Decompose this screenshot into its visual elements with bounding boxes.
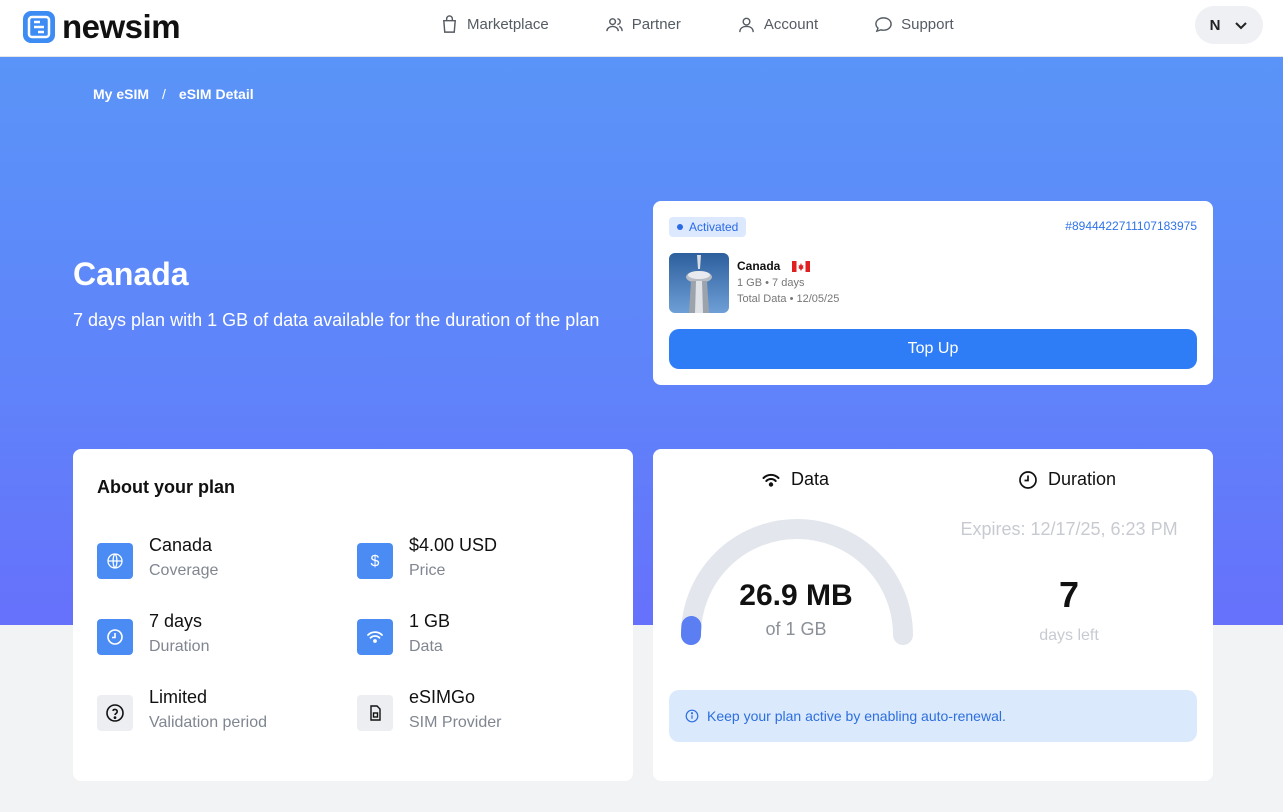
feature-validation: Limited Validation period [97, 687, 337, 739]
info-icon [685, 709, 699, 723]
plan-total-date: Total Data • 12/05/25 [737, 293, 840, 305]
auto-renewal-notice: Keep your plan active by enabling auto-r… [669, 690, 1197, 742]
validation-value: Limited [149, 687, 208, 707]
clock-icon [1019, 470, 1037, 489]
users-icon [605, 18, 623, 32]
nav-support[interactable]: Support [874, 15, 954, 34]
breadcrumb-my-esim[interactable]: My eSIM [93, 86, 149, 102]
chevron-down-icon [1235, 22, 1248, 30]
sim-card-icon [357, 695, 393, 731]
cn-tower-image [669, 253, 729, 313]
top-navigation-bar: newsim Marketplace Partner Account Suppo… [0, 0, 1283, 57]
shopping-bag-icon [443, 15, 456, 33]
brand-name: newsim [62, 8, 181, 45]
data-column-title: Data [791, 469, 830, 489]
provider-label: SIM Provider [409, 714, 502, 731]
wifi-icon [762, 473, 780, 487]
status-dot-icon [677, 224, 683, 230]
expiry-date: Expires: 12/17/25, 6:23 PM [960, 519, 1178, 539]
duration-value: 7 days [149, 611, 203, 631]
breadcrumb-separator: / [162, 86, 166, 102]
iccid-number: #8944422711107183975 [1065, 219, 1197, 233]
plan-thumbnail [669, 253, 729, 313]
plan-country: Canada [737, 259, 811, 273]
data-column-header: Data [761, 469, 829, 490]
nav-partner-label: Partner [631, 16, 681, 33]
user-menu-button[interactable]: N [1195, 6, 1263, 44]
canada-flag-icon [792, 260, 811, 272]
clock-icon [97, 619, 133, 655]
nav-marketplace-label: Marketplace [467, 16, 549, 33]
chat-icon [875, 17, 892, 33]
data-value: 1 GB [409, 611, 451, 631]
feature-coverage: Canada Coverage [97, 535, 337, 587]
nav-partner[interactable]: Partner [605, 15, 681, 34]
usage-card: Data Duration 26.9 MB of 1 GB Expires: 1… [653, 449, 1213, 781]
globe-icon [97, 543, 133, 579]
nav-account[interactable]: Account [737, 15, 818, 34]
user-icon [739, 17, 754, 33]
price-value: $4.00 USD [409, 535, 498, 555]
main-nav: Marketplace Partner Account Support [440, 15, 1010, 34]
coverage-label: Coverage [149, 562, 219, 579]
days-left-value: 7 [1058, 574, 1080, 615]
feature-duration: 7 days Duration [97, 611, 337, 663]
duration-label: Duration [149, 638, 210, 655]
data-used-value: 26.9 MB [739, 579, 853, 612]
breadcrumb: My eSIM / eSIM Detail [93, 86, 254, 102]
user-avatar-initial: N [1209, 16, 1221, 34]
nav-account-label: Account [763, 16, 819, 33]
status-badge: Activated [669, 217, 747, 237]
dollar-icon: $ [357, 543, 393, 579]
validation-label: Validation period [149, 714, 268, 731]
about-plan-title: About your plan [97, 477, 235, 497]
auto-renewal-text: Keep your plan active by enabling auto-r… [707, 708, 1006, 724]
data-total-label: of 1 GB [765, 619, 827, 639]
data-label: Data [409, 638, 443, 655]
feature-price: $ $4.00 USD Price [357, 535, 597, 587]
about-plan-card: About your plan Canada Coverage $ $4.00 … [73, 449, 633, 781]
duration-column-header: Duration [1018, 469, 1116, 490]
nav-marketplace[interactable]: Marketplace [440, 15, 549, 34]
brand-logo[interactable]: newsim [22, 8, 181, 46]
nav-support-label: Support [901, 16, 954, 33]
provider-value: eSIMGo [409, 687, 476, 707]
top-up-button[interactable]: Top Up [669, 329, 1197, 369]
status-label: Activated [689, 220, 739, 234]
svg-text:$: $ [371, 553, 380, 570]
days-left-label: days left [1039, 627, 1099, 644]
duration-column-title: Duration [1048, 469, 1117, 489]
plan-country-label: Canada [737, 259, 781, 273]
feature-provider: eSIMGo SIM Provider [357, 687, 597, 739]
price-label: Price [409, 562, 446, 579]
feature-data: 1 GB Data [357, 611, 597, 663]
breadcrumb-current: eSIM Detail [178, 86, 254, 102]
question-icon [97, 695, 133, 731]
page-title: Canada [73, 256, 189, 292]
page-subtitle: 7 days plan with 1 GB of data available … [73, 310, 600, 330]
wifi-icon [357, 619, 393, 655]
plan-data-duration: 1 GB • 7 days [737, 277, 805, 289]
coverage-value: Canada [149, 535, 213, 555]
esim-summary-card: Activated #8944422711107183975 Canada 1 … [653, 201, 1213, 385]
newsim-logo-icon [23, 11, 55, 43]
